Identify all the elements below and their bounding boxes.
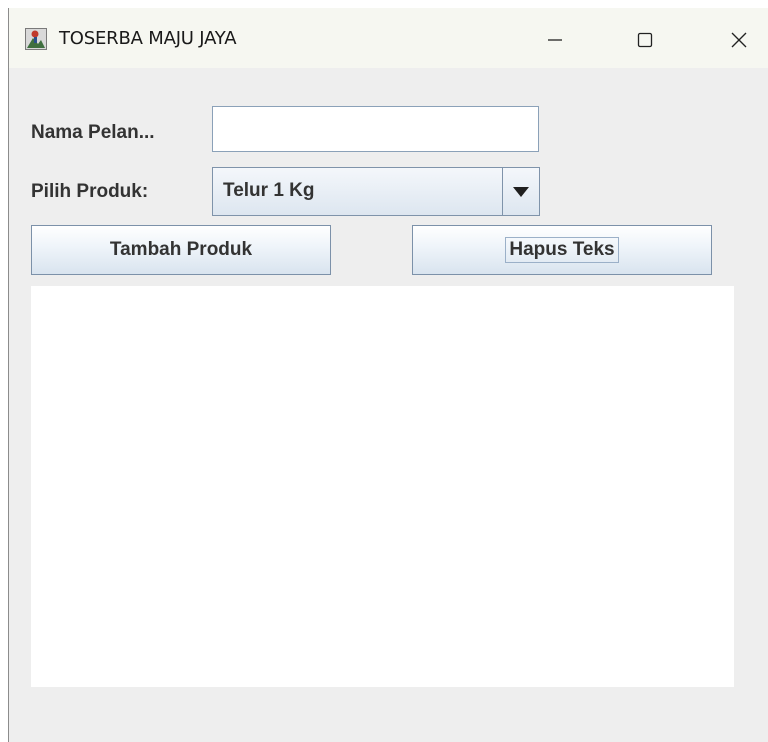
product-label: Pilih Produk:	[31, 181, 149, 202]
maximize-button[interactable]	[621, 20, 669, 60]
title-bar[interactable]: TOSERBA MAJU JAYA	[9, 8, 768, 68]
add-product-button[interactable]: Tambah Produk	[31, 225, 331, 275]
product-select[interactable]: Telur 1 Kg	[212, 167, 540, 216]
add-product-button-label: Tambah Produk	[109, 239, 253, 260]
chevron-down-icon	[513, 186, 529, 197]
output-text-area[interactable]	[31, 286, 734, 687]
product-selected-value: Telur 1 Kg	[223, 180, 315, 201]
maximize-icon	[637, 32, 653, 48]
java-app-icon	[25, 28, 47, 50]
close-icon	[731, 32, 747, 48]
close-button[interactable]	[715, 20, 763, 60]
minimize-icon	[548, 39, 562, 41]
minimize-button[interactable]	[531, 20, 579, 60]
customer-name-input[interactable]	[212, 106, 539, 152]
app-window: TOSERBA MAJU JAYA Nama Pelan... Pilih Pr…	[8, 8, 768, 742]
customer-name-label: Nama Pelan...	[31, 122, 155, 143]
window-title: TOSERBA MAJU JAYA	[59, 28, 237, 49]
clear-text-button[interactable]: Hapus Teks	[412, 225, 712, 275]
clear-text-button-label: Hapus Teks	[505, 237, 619, 263]
dropdown-arrow-button[interactable]	[502, 168, 539, 215]
